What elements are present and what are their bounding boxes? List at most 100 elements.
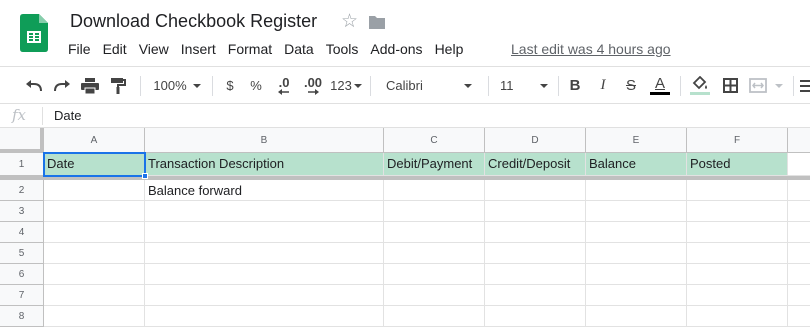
menu-view[interactable]: View: [133, 39, 175, 59]
cell-a5[interactable]: [44, 243, 145, 264]
cell-d6[interactable]: [485, 264, 586, 285]
horizontal-align-icon[interactable]: [800, 67, 810, 104]
borders-icon[interactable]: [718, 67, 742, 104]
formula-input[interactable]: Date: [54, 108, 81, 123]
cell-d7[interactable]: [485, 285, 586, 306]
column-header-f[interactable]: F: [687, 128, 788, 153]
cell-f4[interactable]: [687, 222, 788, 243]
cell-d8[interactable]: [485, 306, 586, 327]
cell-a4[interactable]: [44, 222, 145, 243]
text-color-button[interactable]: A: [649, 67, 671, 104]
row-header-3[interactable]: 3: [0, 201, 44, 222]
cell-a7[interactable]: [44, 285, 145, 306]
menu-format[interactable]: Format: [222, 39, 278, 59]
cell-d5[interactable]: [485, 243, 586, 264]
cell-g8[interactable]: [788, 306, 810, 327]
print-icon[interactable]: [78, 67, 102, 104]
column-header-d[interactable]: D: [485, 128, 586, 153]
cell-b7[interactable]: [145, 285, 384, 306]
paint-format-icon[interactable]: [106, 67, 130, 104]
row-header-6[interactable]: 6: [0, 264, 44, 285]
menu-tools[interactable]: Tools: [320, 39, 365, 59]
cell-c8[interactable]: [384, 306, 485, 327]
cell-c3[interactable]: [384, 201, 485, 222]
cell-g2[interactable]: [788, 180, 810, 201]
cell-b1[interactable]: Transaction Description: [145, 153, 384, 176]
cell-c6[interactable]: [384, 264, 485, 285]
cell-b5[interactable]: [145, 243, 384, 264]
column-header-g[interactable]: [788, 128, 810, 153]
menu-file[interactable]: File: [62, 39, 97, 59]
font-size-select[interactable]: 11: [494, 67, 552, 104]
cell-e6[interactable]: [586, 264, 687, 285]
zoom-select[interactable]: 100%: [148, 67, 206, 104]
row-header-4[interactable]: 4: [0, 222, 44, 243]
cell-f2[interactable]: [687, 180, 788, 201]
cell-a1[interactable]: Date: [44, 153, 145, 176]
column-header-c[interactable]: C: [384, 128, 485, 153]
cell-g4[interactable]: [788, 222, 810, 243]
fill-color-icon[interactable]: [688, 67, 712, 104]
cell-a6[interactable]: [44, 264, 145, 285]
cell-c4[interactable]: [384, 222, 485, 243]
cell-f3[interactable]: [687, 201, 788, 222]
cell-d4[interactable]: [485, 222, 586, 243]
menu-addons[interactable]: Add-ons: [364, 39, 428, 59]
column-header-e[interactable]: E: [586, 128, 687, 153]
font-family-select[interactable]: Calibri: [378, 67, 478, 104]
row-header-5[interactable]: 5: [0, 243, 44, 264]
cell-c2[interactable]: [384, 180, 485, 201]
italic-button[interactable]: I: [593, 67, 613, 104]
cell-d2[interactable]: [485, 180, 586, 201]
cell-b2[interactable]: Balance forward: [145, 180, 384, 201]
fill-handle[interactable]: [142, 173, 148, 179]
cell-e8[interactable]: [586, 306, 687, 327]
star-icon[interactable]: ☆: [341, 11, 358, 33]
google-sheets-logo[interactable]: [20, 14, 48, 52]
cell-g5[interactable]: [788, 243, 810, 264]
menu-edit[interactable]: Edit: [97, 39, 133, 59]
cell-e4[interactable]: [586, 222, 687, 243]
cell-f8[interactable]: [687, 306, 788, 327]
cell-d1[interactable]: Credit/Deposit: [485, 153, 586, 176]
cell-e1[interactable]: Balance: [586, 153, 687, 176]
cell-g6[interactable]: [788, 264, 810, 285]
menu-help[interactable]: Help: [429, 39, 470, 59]
merge-cells-icon[interactable]: [746, 67, 770, 104]
cell-f7[interactable]: [687, 285, 788, 306]
undo-icon[interactable]: [22, 67, 46, 104]
row-header-8[interactable]: 8: [0, 306, 44, 327]
cell-a8[interactable]: [44, 306, 145, 327]
row-header-7[interactable]: 7: [0, 285, 44, 306]
cell-e7[interactable]: [586, 285, 687, 306]
cell-a3[interactable]: [44, 201, 145, 222]
currency-format-button[interactable]: $: [220, 67, 240, 104]
folder-icon[interactable]: [368, 14, 386, 30]
last-edit-link[interactable]: Last edit was 4 hours ago: [511, 39, 671, 59]
cell-f6[interactable]: [687, 264, 788, 285]
cell-g3[interactable]: [788, 201, 810, 222]
cell-e5[interactable]: [586, 243, 687, 264]
column-header-a[interactable]: A: [44, 128, 145, 153]
cell-a2[interactable]: [44, 180, 145, 201]
chevron-down-icon[interactable]: [772, 67, 786, 104]
cell-b8[interactable]: [145, 306, 384, 327]
cell-b4[interactable]: [145, 222, 384, 243]
bold-button[interactable]: B: [565, 67, 585, 104]
cell-b6[interactable]: [145, 264, 384, 285]
increase-decimal-button[interactable]: .00: [300, 67, 326, 104]
cell-b3[interactable]: [145, 201, 384, 222]
select-all-corner[interactable]: [0, 128, 44, 153]
row-header-1[interactable]: 1: [0, 153, 44, 176]
column-header-b[interactable]: B: [145, 128, 384, 153]
menu-data[interactable]: Data: [278, 39, 320, 59]
cell-c7[interactable]: [384, 285, 485, 306]
row-header-2[interactable]: 2: [0, 180, 44, 201]
cell-c1[interactable]: Debit/Payment: [384, 153, 485, 176]
cell-f1[interactable]: Posted: [687, 153, 788, 176]
cell-d3[interactable]: [485, 201, 586, 222]
cell-g7[interactable]: [788, 285, 810, 306]
menu-insert[interactable]: Insert: [175, 39, 222, 59]
document-title[interactable]: Download Checkbook Register: [70, 11, 317, 32]
cell-e2[interactable]: [586, 180, 687, 201]
